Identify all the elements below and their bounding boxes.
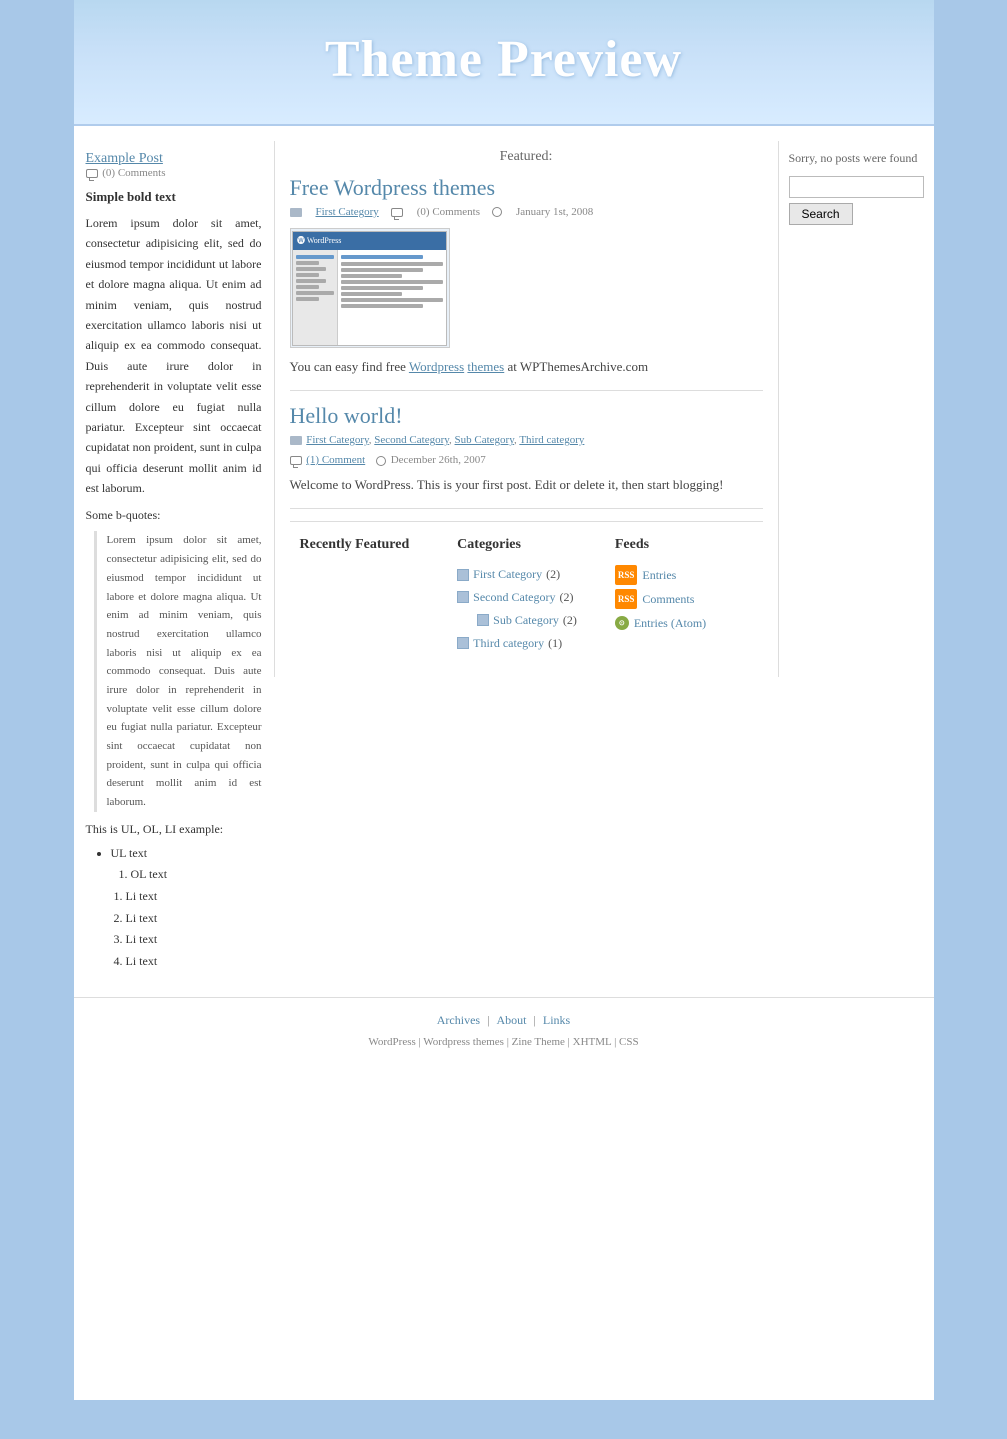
hw-cat-2[interactable]: Second Category (374, 434, 449, 446)
entries-feed-link[interactable]: Entries (642, 563, 676, 587)
credit-css[interactable]: CSS (619, 1036, 639, 1048)
search-input[interactable] (789, 176, 924, 198)
footer-nav: Archives | About | Links (74, 1013, 934, 1028)
hw-date: December 26th, 2007 (391, 454, 486, 466)
hello-world-title: Hello world! (290, 403, 763, 429)
footer-archives-link[interactable]: Archives (437, 1013, 480, 1027)
list-item: Li text (126, 886, 262, 908)
category-item: Second Category (2) (457, 586, 595, 609)
nav-separator: | (533, 1013, 538, 1027)
hello-world-meta: First Category, Second Category, Sub Cat… (290, 434, 763, 446)
hw-cat-1[interactable]: First Category (306, 434, 369, 446)
bold-text-label: Simple bold text (86, 189, 262, 205)
wp-screenshot: 🅦 WordPress (292, 231, 447, 346)
category-icon (457, 637, 469, 649)
hw-comments[interactable]: (1) Comment (306, 454, 365, 466)
separator-2 (290, 508, 763, 509)
credit-xhtml[interactable]: XHTML (573, 1036, 612, 1048)
category-icon (457, 591, 469, 603)
left-sidebar: Example Post (0) Comments Simple bold te… (74, 141, 274, 982)
no-posts-text: Sorry, no posts were found (789, 151, 924, 166)
ol-item: OL text (131, 864, 262, 886)
feeds-heading: Feeds (615, 537, 753, 553)
list-item: Li text (126, 929, 262, 951)
folder-icon (290, 208, 302, 217)
credit-wordpress[interactable]: WordPress (368, 1036, 415, 1048)
feed-item-atom: ⊙ Entries (Atom) (615, 611, 753, 635)
separator (290, 390, 763, 391)
category-item: First Category (2) (457, 563, 595, 586)
sub-category-item: Sub Category (2) (457, 609, 595, 632)
recently-featured-heading: Recently Featured (300, 537, 438, 553)
featured-post-thumbnail: 🅦 WordPress (290, 228, 450, 348)
footer-credits: WordPress | Wordpress themes | Zine Them… (74, 1036, 934, 1048)
credit-zine-theme[interactable]: Zine Theme (512, 1036, 565, 1048)
ul-ol-example: UL text OL text Li text Li text Li text … (86, 843, 262, 973)
featured-label: Featured: (290, 149, 763, 165)
right-sidebar: Sorry, no posts were found Search (779, 141, 934, 235)
blockquote-text: Lorem ipsum dolor sit amet, consectetur … (94, 531, 262, 811)
feeds-section: Feeds RSS Entries RSS Comments ⊙ Entries… (605, 532, 763, 659)
category-link-3[interactable]: Sub Category (493, 609, 559, 632)
search-button[interactable]: Search (789, 203, 853, 225)
featured-post-title[interactable]: Free Wordpress themes (290, 175, 763, 201)
hw-cat-3[interactable]: Sub Category (455, 434, 514, 446)
recently-featured-section: Recently Featured (290, 532, 448, 659)
category-link-1[interactable]: First Category (473, 563, 542, 586)
rss-icon: RSS (615, 565, 638, 585)
category-link-4[interactable]: Third category (473, 632, 544, 655)
folder-icon (290, 436, 302, 445)
featured-post-comments: (0) Comments (417, 206, 480, 218)
list-item: Li text (126, 908, 262, 930)
category-link-2[interactable]: Second Category (473, 586, 555, 609)
feed-item-comments: RSS Comments (615, 587, 753, 611)
content-wrapper: Example Post (0) Comments Simple bold te… (74, 126, 934, 997)
feed-item-entries: RSS Entries (615, 563, 753, 587)
ul-item: UL text (111, 843, 262, 865)
wp-link-2[interactable]: themes (467, 359, 504, 374)
category-icon (477, 614, 489, 626)
nav-separator: | (487, 1013, 492, 1027)
atom-icon: ⊙ (615, 616, 629, 630)
category-icon (457, 569, 469, 581)
wp-link-1[interactable]: Wordpress (409, 359, 464, 374)
list-item: Li text (126, 951, 262, 973)
featured-post-date: January 1st, 2008 (516, 206, 593, 218)
featured-post-description: You can easy find free Wordpress themes … (290, 356, 763, 378)
featured-post-info: First Category (0) Comments January 1st,… (290, 206, 763, 218)
credit-wp-themes[interactable]: Wordpress themes (423, 1036, 504, 1048)
hello-world-description: Welcome to WordPress. This is your first… (290, 474, 763, 496)
sidebar-body-text: Lorem ipsum dolor sit amet, consectetur … (86, 213, 262, 498)
list-example-label: This is UL, OL, LI example: (86, 822, 262, 837)
main-content: Featured: Free Wordpress themes First Ca… (274, 141, 779, 677)
atom-feed-link[interactable]: Entries (Atom) (634, 611, 706, 635)
bottom-columns: Recently Featured Categories First Categ… (290, 521, 763, 669)
clock-icon (376, 456, 386, 466)
featured-post-category[interactable]: First Category (316, 206, 379, 218)
category-item: Third category (1) (457, 632, 595, 655)
hello-world-comments-meta: (1) Comment December 26th, 2007 (290, 454, 763, 466)
comment-icon (86, 169, 98, 178)
site-header: Theme Preview (74, 0, 934, 126)
example-post-meta: (0) Comments (86, 167, 262, 179)
comment-icon (290, 456, 302, 465)
bquotes-label: Some b-quotes: (86, 508, 262, 523)
rss-icon: RSS (615, 589, 638, 609)
example-post-title[interactable]: Example Post (86, 151, 163, 166)
categories-section: Categories First Category (2) Second Cat… (447, 532, 605, 659)
comments-feed-link[interactable]: Comments (642, 587, 694, 611)
hw-cat-4[interactable]: Third category (519, 434, 584, 446)
comment-icon (391, 208, 403, 217)
site-footer: Archives | About | Links WordPress | Wor… (74, 997, 934, 1063)
footer-links-link[interactable]: Links (543, 1013, 570, 1027)
site-title: Theme Preview (74, 30, 934, 89)
footer-about-link[interactable]: About (496, 1013, 526, 1027)
wp-logo-text: 🅦 WordPress (297, 235, 341, 246)
categories-heading: Categories (457, 537, 595, 553)
clock-icon (492, 207, 502, 217)
